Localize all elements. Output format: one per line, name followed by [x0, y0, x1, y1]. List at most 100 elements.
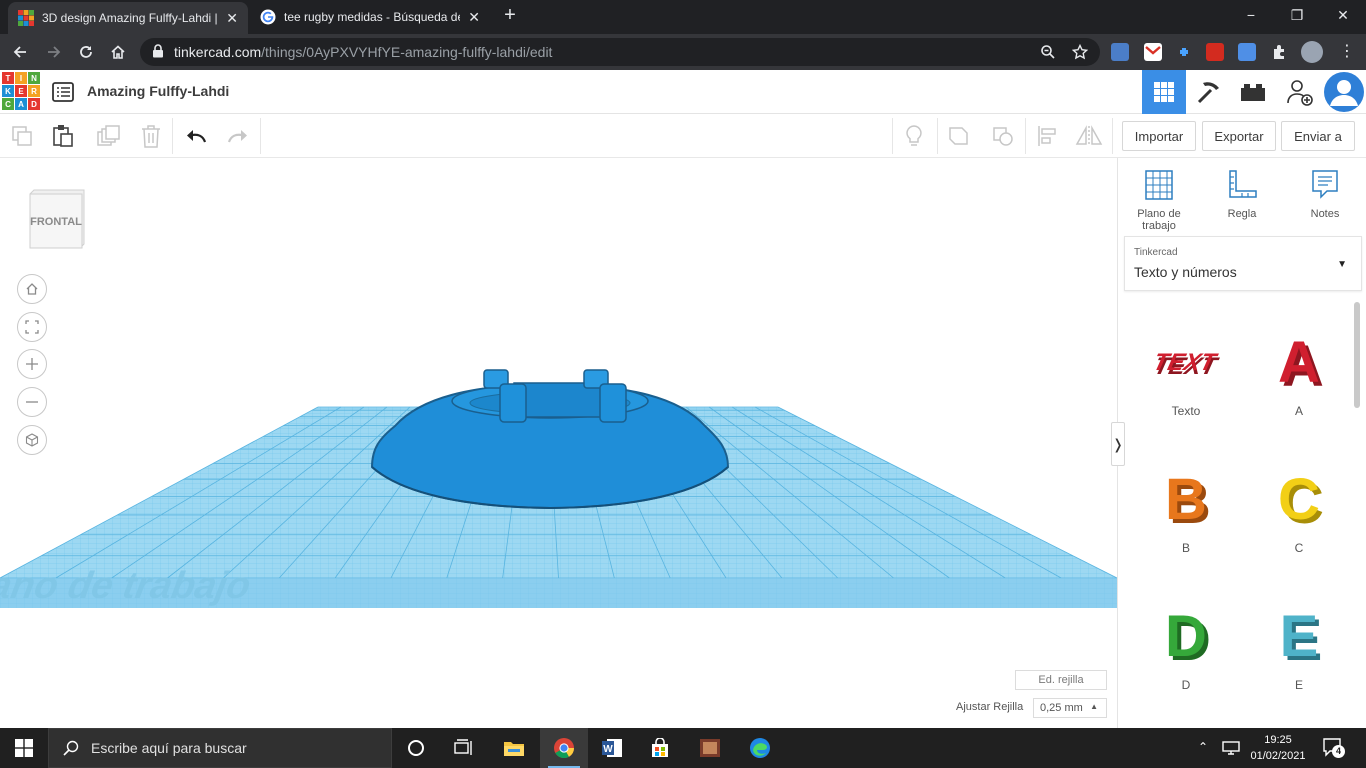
address-bar[interactable]: tinkercad.com/things/0AyPXVYHfYE-amazing…: [140, 38, 1100, 66]
tab-google-search[interactable]: tee rugby medidas - Búsqueda de ✕: [250, 0, 490, 34]
maximize-button[interactable]: ❐: [1274, 0, 1320, 30]
workplane-scene[interactable]: Plano de trabajo: [0, 158, 1117, 728]
view-cube[interactable]: FRONTAL: [28, 188, 86, 250]
perspective-button[interactable]: [17, 425, 47, 455]
snap-grid-select[interactable]: 0,25 mm ▲: [1033, 698, 1107, 718]
fit-view-icon: [25, 320, 39, 334]
shape-library-select[interactable]: Tinkercad Texto y números ▼: [1124, 236, 1362, 291]
browser-tab-strip: 3D design Amazing Fulffy-Lahdi | T ✕ tee…: [0, 0, 1366, 34]
file-explorer-button[interactable]: [490, 728, 538, 768]
task-view-button[interactable]: [440, 728, 488, 768]
close-window-button[interactable]: ✕: [1320, 0, 1366, 30]
minimize-button[interactable]: −: [1228, 0, 1274, 30]
photo-thumbnail-icon: [700, 739, 720, 757]
zoom-icon[interactable]: [1040, 44, 1056, 60]
taskbar-clock[interactable]: 19:25 01/02/2021: [1246, 732, 1310, 764]
cortana-button[interactable]: [392, 728, 440, 768]
word-icon: W: [602, 739, 622, 757]
lock-icon[interactable]: [152, 44, 164, 58]
redo-button[interactable]: [216, 114, 260, 158]
shape-d[interactable]: D D D: [1136, 602, 1236, 722]
add-user-button[interactable]: [1278, 70, 1322, 114]
workplane-icon: [1145, 170, 1173, 200]
word-taskbar-button[interactable]: W: [588, 728, 636, 768]
user-avatar-button[interactable]: [1322, 70, 1366, 114]
design-list-button[interactable]: [52, 82, 74, 102]
shape-glyph: B: [1165, 467, 1207, 532]
home-view-button[interactable]: [17, 274, 47, 304]
shape-text[interactable]: TEXT TEXT Texto: [1136, 328, 1236, 448]
start-button[interactable]: [0, 728, 48, 768]
snap-grid-value: 0,25 mm: [1040, 702, 1083, 714]
mirror-button[interactable]: [1067, 114, 1111, 158]
network-icon[interactable]: [1222, 740, 1240, 761]
delete-button[interactable]: [129, 114, 173, 158]
forward-button[interactable]: [40, 38, 68, 66]
tab-close-icon[interactable]: ✕: [226, 10, 238, 27]
shape-label: E: [1294, 678, 1303, 692]
extension-s-icon[interactable]: [1111, 43, 1129, 61]
bricks-view-button[interactable]: [1231, 70, 1275, 114]
fit-view-button[interactable]: [17, 312, 47, 342]
toolbar-separator: [1112, 118, 1113, 154]
shape-b[interactable]: B B B: [1136, 465, 1236, 585]
send-to-button[interactable]: Enviar a: [1281, 121, 1355, 151]
new-tab-button[interactable]: +: [496, 0, 524, 30]
translate-extension-icon[interactable]: [1238, 43, 1256, 61]
shape-a[interactable]: A A A: [1249, 328, 1349, 448]
design-title[interactable]: Amazing Fulffy-Lahdi: [87, 83, 229, 99]
copy-button[interactable]: [0, 114, 44, 158]
shape-label: Texto: [1171, 404, 1201, 418]
notes-toggle-button[interactable]: [892, 114, 936, 158]
shape-glyph: TEXT: [1150, 349, 1220, 376]
3d-viewport[interactable]: Plano de trabajo FRONTAL Ed. rejilla Aju…: [0, 158, 1117, 728]
shape-c[interactable]: C C C: [1249, 465, 1349, 585]
extensions-puzzle-icon[interactable]: [1270, 43, 1288, 61]
zoom-out-button[interactable]: [17, 387, 47, 417]
toolbar-separator: [260, 118, 261, 154]
show-hidden-icons-button[interactable]: ⌃: [1198, 740, 1208, 754]
shapes-scrollbar[interactable]: [1354, 302, 1360, 408]
tinkercad-header: T I N K E R C A D Amazing Fulffy-Lahdi: [0, 70, 1366, 114]
dome-shape[interactable]: [370, 369, 730, 510]
store-taskbar-button[interactable]: [636, 728, 684, 768]
profile-avatar-icon[interactable]: [1301, 41, 1323, 63]
edge-taskbar-button[interactable]: [736, 728, 784, 768]
browser-menu-icon[interactable]: ⋮: [1338, 43, 1356, 61]
reload-button[interactable]: [72, 38, 100, 66]
paste-button[interactable]: [41, 114, 85, 158]
ruler-tool[interactable]: Regla: [1207, 168, 1277, 220]
taskbar-search-box[interactable]: Escribe aquí para buscar: [48, 728, 392, 768]
notes-tool[interactable]: Notes: [1290, 168, 1360, 220]
notification-center-button[interactable]: 4: [1322, 737, 1346, 759]
import-button[interactable]: Importar: [1122, 121, 1196, 151]
duplicate-icon: [97, 125, 120, 146]
tinkercad-logo[interactable]: T I N K E R C A D: [2, 72, 42, 112]
edit-grid-button[interactable]: Ed. rejilla: [1015, 670, 1107, 690]
chevron-up-icon: ⌃: [1198, 740, 1209, 754]
extension-puzzle-blue-icon[interactable]: [1175, 43, 1193, 61]
tab-tinkercad[interactable]: 3D design Amazing Fulffy-Lahdi | T ✕: [8, 2, 248, 34]
group-button[interactable]: [937, 114, 981, 158]
tab-close-icon[interactable]: ✕: [468, 9, 480, 26]
export-button[interactable]: Exportar: [1202, 121, 1276, 151]
workplane-tool[interactable]: Plano de trabajo: [1124, 168, 1194, 232]
photo-app-taskbar-button[interactable]: [686, 728, 734, 768]
logo-letter: T: [2, 72, 14, 84]
blocks-view-button[interactable]: [1187, 70, 1231, 114]
3d-view-button[interactable]: [1142, 70, 1186, 114]
back-button[interactable]: [6, 38, 34, 66]
duplicate-button[interactable]: [86, 114, 130, 158]
ungroup-button[interactable]: [981, 114, 1025, 158]
zoom-in-button[interactable]: [17, 349, 47, 379]
pdf-extension-icon[interactable]: [1206, 43, 1224, 61]
undo-icon: [187, 130, 207, 143]
undo-button[interactable]: [174, 114, 218, 158]
bookmark-star-icon[interactable]: [1072, 44, 1088, 60]
align-button[interactable]: [1025, 114, 1069, 158]
chrome-taskbar-button[interactable]: [540, 728, 588, 768]
home-button[interactable]: [104, 38, 132, 66]
shape-e[interactable]: E E E: [1249, 602, 1349, 722]
gmail-extension-icon[interactable]: [1144, 43, 1162, 61]
logo-letter: A: [15, 98, 27, 110]
